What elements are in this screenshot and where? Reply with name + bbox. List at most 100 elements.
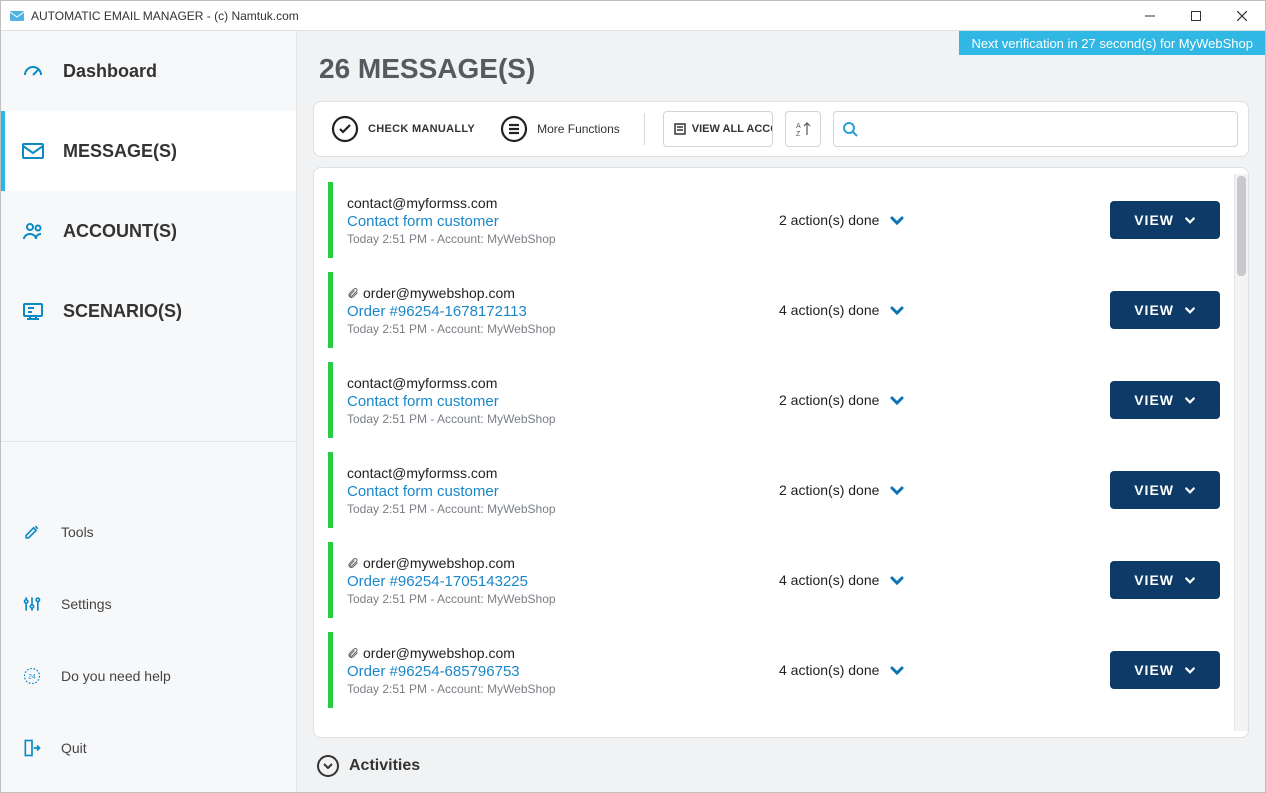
messages-list: contact@myformss.com Contact form custom… <box>328 174 1234 731</box>
svg-text:24: 24 <box>28 674 36 681</box>
message-from: contact@myformss.com <box>347 375 497 391</box>
sidebar-item-accounts[interactable]: ACCOUNT(S) <box>1 191 296 271</box>
view-button[interactable]: VIEW <box>1110 291 1220 329</box>
check-icon <box>330 114 360 144</box>
chevron-down-icon <box>1184 664 1196 676</box>
scenario-icon <box>21 299 45 323</box>
view-button-label: VIEW <box>1134 572 1174 588</box>
message-actions-summary[interactable]: 2 action(s) done <box>779 212 905 228</box>
view-all-accounts-button[interactable]: VIEW ALL ACCO <box>663 111 773 147</box>
chevron-down-icon <box>889 302 905 318</box>
view-button-label: VIEW <box>1134 482 1174 498</box>
view-all-accounts-label: VIEW ALL ACCO <box>692 123 773 135</box>
chevron-down-icon <box>889 392 905 408</box>
message-subject[interactable]: Contact form customer <box>347 213 767 230</box>
activities-label: Activities <box>349 757 420 775</box>
search-icon <box>842 121 858 137</box>
message-subject[interactable]: Order #96254-1705143225 <box>347 573 767 590</box>
actions-done-label: 4 action(s) done <box>779 302 879 318</box>
window-minimize-button[interactable] <box>1127 1 1173 31</box>
check-manually-button[interactable]: CHECK MANUALLY <box>324 109 481 149</box>
envelope-icon <box>21 139 45 163</box>
message-row: contact@myformss.com Contact form custom… <box>328 182 1230 258</box>
search-field[interactable] <box>833 111 1238 147</box>
attachment-icon <box>347 647 359 659</box>
sidebar-item-settings[interactable]: Settings <box>1 568 296 640</box>
more-functions-button[interactable]: More Functions <box>493 109 626 149</box>
message-subject[interactable]: Order #96254-1678172113 <box>347 303 767 320</box>
sidebar-item-label: Dashboard <box>63 61 157 82</box>
message-from: order@mywebshop.com <box>363 555 515 571</box>
gauge-icon <box>21 59 45 83</box>
sidebar-item-scenarios[interactable]: SCENARIO(S) <box>1 271 296 351</box>
search-input[interactable] <box>864 122 1229 137</box>
view-button[interactable]: VIEW <box>1110 381 1220 419</box>
sidebar-item-tools[interactable]: Tools <box>1 496 296 568</box>
attachment-icon <box>347 287 359 299</box>
message-subject[interactable]: Order #96254-685796753 <box>347 663 767 680</box>
view-button[interactable]: VIEW <box>1110 471 1220 509</box>
message-actions-summary[interactable]: 2 action(s) done <box>779 482 905 498</box>
help-icon: 24 <box>21 665 43 687</box>
message-row: order@mywebshop.com Order #96254-6857967… <box>328 632 1230 708</box>
sidebar-item-dashboard[interactable]: Dashboard <box>1 31 296 111</box>
message-row: contact@myformss.com Contact form custom… <box>328 362 1230 438</box>
sort-button[interactable]: AZ <box>785 111 821 147</box>
tools-icon <box>21 521 43 543</box>
view-button[interactable]: VIEW <box>1110 201 1220 239</box>
message-from: contact@myformss.com <box>347 465 497 481</box>
quit-icon <box>21 737 43 759</box>
chevron-down-circle-icon <box>317 755 339 777</box>
chevron-down-icon <box>1184 574 1196 586</box>
sidebar-item-label: MESSAGE(S) <box>63 141 177 162</box>
sidebar: Dashboard MESSAGE(S) ACCOUNT(S) SCENARIO… <box>1 31 297 792</box>
svg-text:A: A <box>796 123 801 130</box>
list-icon <box>499 114 529 144</box>
window-close-button[interactable] <box>1219 1 1265 31</box>
message-row: contact@myformss.com Contact form custom… <box>328 452 1230 528</box>
sidebar-item-label: Tools <box>61 524 94 540</box>
main-content: Next verification in 27 second(s) for My… <box>297 31 1265 792</box>
scrollbar-thumb[interactable] <box>1237 176 1246 276</box>
message-actions-summary[interactable]: 4 action(s) done <box>779 572 905 588</box>
actions-done-label: 2 action(s) done <box>779 392 879 408</box>
chevron-down-icon <box>889 482 905 498</box>
message-actions-summary[interactable]: 4 action(s) done <box>779 302 905 318</box>
verification-banner: Next verification in 27 second(s) for My… <box>959 31 1265 55</box>
activities-toggle[interactable]: Activities <box>313 748 1249 784</box>
sliders-icon <box>21 593 43 615</box>
message-actions-summary[interactable]: 2 action(s) done <box>779 392 905 408</box>
message-subject[interactable]: Contact form customer <box>347 483 767 500</box>
message-from: order@mywebshop.com <box>363 285 515 301</box>
check-manually-label: CHECK MANUALLY <box>368 123 475 135</box>
messages-panel: contact@myformss.com Contact form custom… <box>313 167 1249 738</box>
chevron-down-icon <box>1184 214 1196 226</box>
view-button-label: VIEW <box>1134 212 1174 228</box>
message-meta: Today 2:51 PM - Account: MyWebShop <box>347 682 767 696</box>
scrollbar[interactable] <box>1234 174 1248 731</box>
sidebar-item-quit[interactable]: Quit <box>1 712 296 784</box>
sidebar-item-label: ACCOUNT(S) <box>63 221 177 242</box>
view-button-label: VIEW <box>1134 662 1174 678</box>
attachment-icon <box>347 557 359 569</box>
sidebar-item-messages[interactable]: MESSAGE(S) <box>1 111 296 191</box>
sort-az-icon: AZ <box>794 120 812 138</box>
view-button[interactable]: VIEW <box>1110 651 1220 689</box>
window-title: AUTOMATIC EMAIL MANAGER - (c) Namtuk.com <box>31 9 299 23</box>
window-titlebar: AUTOMATIC EMAIL MANAGER - (c) Namtuk.com <box>1 1 1265 31</box>
sidebar-item-label: Do you need help <box>61 668 171 684</box>
sidebar-item-help[interactable]: 24 Do you need help <box>1 640 296 712</box>
window-maximize-button[interactable] <box>1173 1 1219 31</box>
message-row: order@mywebshop.com Order #96254-1678172… <box>328 272 1230 348</box>
chevron-down-icon <box>889 212 905 228</box>
filter-icon <box>674 123 686 135</box>
view-button[interactable]: VIEW <box>1110 561 1220 599</box>
sidebar-item-label: SCENARIO(S) <box>63 301 182 322</box>
message-actions-summary[interactable]: 4 action(s) done <box>779 662 905 678</box>
message-row: order@mywebshop.com Order #96254-1705143… <box>328 542 1230 618</box>
message-meta: Today 2:51 PM - Account: MyWebShop <box>347 592 767 606</box>
svg-text:Z: Z <box>796 131 801 138</box>
view-button-label: VIEW <box>1134 302 1174 318</box>
more-functions-label: More Functions <box>537 122 620 136</box>
message-subject[interactable]: Contact form customer <box>347 393 767 410</box>
